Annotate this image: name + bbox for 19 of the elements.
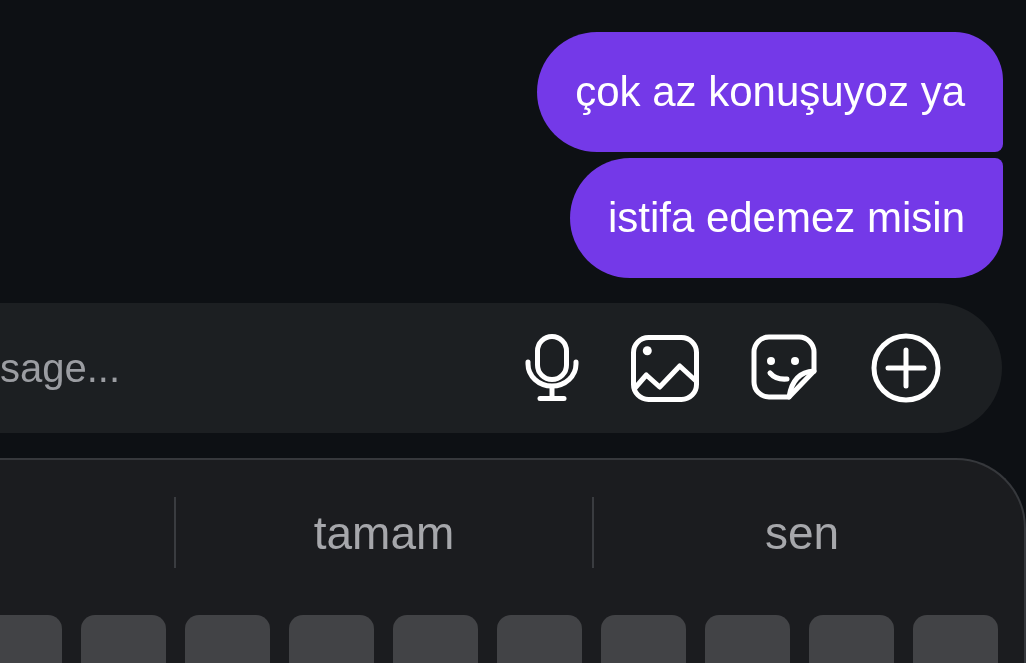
keyboard-key[interactable] <box>601 615 686 663</box>
keyboard-key[interactable] <box>393 615 478 663</box>
word-suggestion[interactable]: tamam <box>313 505 455 560</box>
sticker-icon[interactable] <box>751 334 819 402</box>
keyboard-key[interactable] <box>0 615 62 663</box>
keyboard-key[interactable] <box>705 615 790 663</box>
keyboard-key[interactable] <box>81 615 166 663</box>
keyboard-key[interactable] <box>497 615 582 663</box>
keyboard-key[interactable] <box>809 615 894 663</box>
image-icon[interactable] <box>631 334 699 402</box>
message-bubble: çok az konuşuyoz ya <box>537 32 1003 152</box>
keyboard-key[interactable] <box>913 615 998 663</box>
word-suggestion[interactable]: sen <box>764 505 840 560</box>
message-input[interactable]: sage... <box>0 338 485 398</box>
message-bubble: istifa edemez misin <box>569 158 1003 278</box>
microphone-icon[interactable] <box>525 334 579 402</box>
keyboard-key[interactable] <box>185 615 270 663</box>
keyboard-key[interactable] <box>289 615 374 663</box>
add-icon[interactable] <box>871 333 941 403</box>
